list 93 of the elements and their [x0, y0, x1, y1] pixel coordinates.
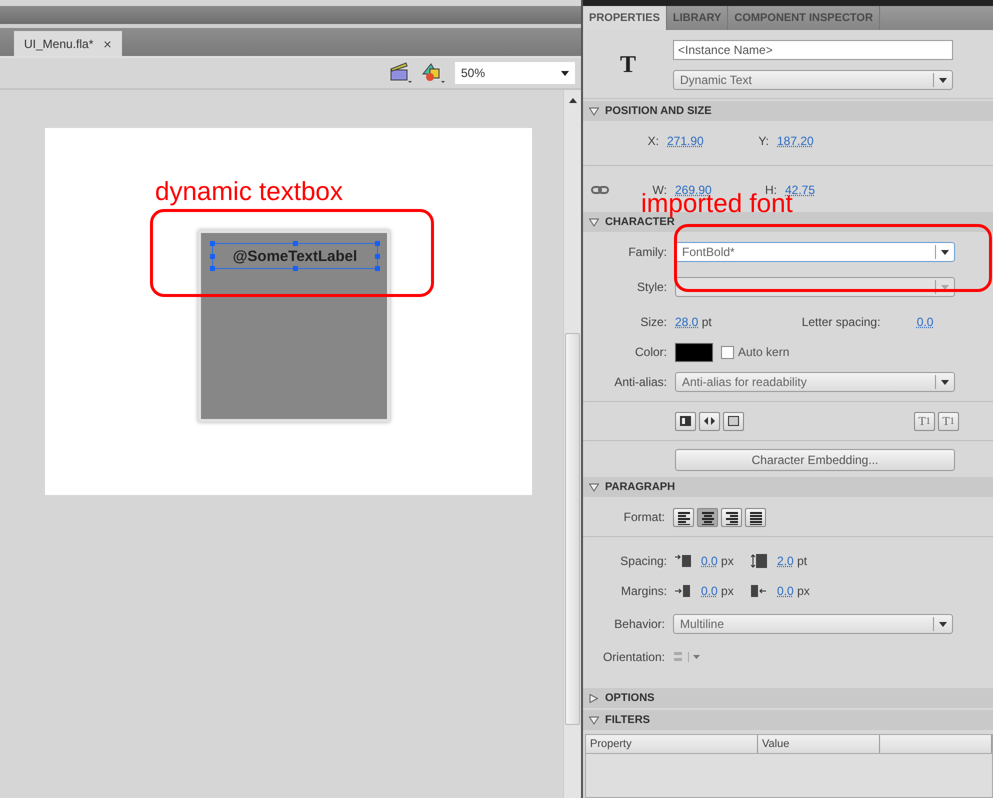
auto-kern-checkbox[interactable]: Auto kern — [721, 345, 790, 359]
format-label: Format: — [622, 510, 666, 524]
text-cursor-icon — [679, 415, 692, 427]
align-button[interactable] — [745, 508, 766, 526]
size-label: Size: — [639, 315, 668, 329]
section-header[interactable]: OPTIONS — [583, 688, 993, 708]
panel-tab[interactable]: COMPONENT INSPECTOR — [728, 6, 880, 30]
letter-spacing-value[interactable]: 0.0 — [916, 315, 934, 329]
chain-link-icon[interactable] — [591, 186, 609, 194]
align-lines-icon — [748, 510, 764, 524]
color-label: Color: — [634, 345, 668, 359]
text-tool-glyph: T — [618, 52, 637, 78]
anti-alias-dropdown[interactable]: Anti-alias for readability — [675, 372, 955, 392]
disclosure-triangle-icon[interactable] — [589, 694, 599, 702]
section-header[interactable]: PARAGRAPH — [583, 477, 993, 497]
annotation-text: dynamic textbox — [155, 178, 343, 204]
x-label: X: — [646, 134, 660, 148]
spacing-label: Spacing: — [619, 554, 668, 568]
left-margin-icon — [675, 584, 691, 598]
color-swatch[interactable] — [675, 342, 713, 362]
selection-handle[interactable] — [293, 241, 298, 246]
indent-icon — [675, 554, 691, 568]
align-lines-icon — [724, 510, 740, 524]
disclosure-triangle-icon[interactable] — [589, 482, 599, 492]
behavior-label: Behavior: — [613, 617, 666, 631]
align-button[interactable] — [673, 508, 694, 526]
size-value[interactable]: 28.0 — [675, 315, 698, 329]
y-value[interactable]: 187.20 — [777, 134, 814, 148]
style-label: Style: — [636, 280, 668, 294]
square-border-icon — [727, 415, 740, 427]
caret-icon[interactable] — [939, 78, 947, 82]
selectable-toggle[interactable] — [675, 412, 696, 430]
x-value[interactable]: 271.90 — [667, 134, 722, 148]
line-spacing-icon — [751, 554, 768, 568]
margins-label: Margins: — [620, 584, 668, 598]
instance-name-field[interactable]: <Instance Name> — [673, 40, 953, 60]
panel-tab[interactable]: LIBRARY — [666, 6, 728, 30]
close-icon[interactable]: × — [103, 36, 112, 52]
selection-handle[interactable] — [375, 254, 380, 259]
character-embedding-button[interactable]: Character Embedding... — [675, 449, 955, 471]
selection-handle[interactable] — [210, 241, 215, 246]
shapes-icon[interactable] — [421, 62, 447, 84]
indent-unit: px — [721, 554, 735, 568]
orientation-label: Orientation: — [602, 650, 666, 664]
indent-value[interactable]: 0.0 — [701, 554, 718, 568]
align-button[interactable] — [721, 508, 742, 526]
align-lines-icon — [676, 510, 692, 524]
family-label: Family: — [627, 245, 668, 259]
selection-handle[interactable] — [375, 266, 380, 271]
text-type-dropdown[interactable]: Dynamic Text — [673, 70, 953, 90]
column-header[interactable]: Property — [586, 735, 758, 753]
behavior-dropdown[interactable]: Multiline — [673, 614, 953, 634]
zoom-dropdown[interactable]: 50% — [455, 62, 575, 84]
column-header[interactable]: Value — [758, 735, 880, 753]
section-header[interactable]: FILTERS — [583, 710, 993, 730]
selection-handle[interactable] — [210, 254, 215, 259]
caret-icon[interactable] — [939, 622, 947, 626]
font-family-dropdown[interactable]: FontBold* — [675, 242, 955, 262]
align-lines-icon — [700, 510, 716, 524]
text-field[interactable]: @SomeTextLabel — [212, 243, 378, 269]
left-margin-unit: px — [721, 584, 735, 598]
selection-handle[interactable] — [210, 266, 215, 271]
anti-alias-label: Anti-alias: — [613, 375, 668, 389]
caret-icon[interactable] — [561, 70, 569, 76]
caret-icon[interactable] — [941, 380, 949, 384]
y-label: Y: — [757, 134, 770, 148]
html-toggle[interactable] — [699, 412, 720, 430]
size-unit: pt — [702, 315, 713, 329]
orientation-icon[interactable] — [673, 651, 703, 663]
line-spacing-value[interactable]: 2.0 — [777, 554, 794, 568]
selection-handle[interactable] — [375, 241, 380, 246]
document-tab[interactable]: UI_Menu.fla* × — [14, 31, 122, 56]
w-label: W: — [652, 183, 667, 197]
clapperboard-icon[interactable] — [389, 62, 413, 84]
letter-spacing-label: Letter spacing: — [802, 315, 882, 329]
border-toggle[interactable] — [723, 412, 744, 430]
selection-handle[interactable] — [293, 266, 298, 271]
angle-brackets-icon — [703, 415, 716, 427]
scroll-up-icon[interactable] — [568, 98, 576, 103]
line-spacing-unit: pt — [797, 554, 808, 568]
right-margin-value[interactable]: 0.0 — [777, 584, 794, 598]
right-margin-unit: px — [797, 584, 810, 598]
scrollbar[interactable] — [563, 90, 581, 798]
disclosure-triangle-icon[interactable] — [589, 106, 599, 116]
align-button[interactable] — [697, 508, 718, 526]
left-margin-value[interactable]: 0.0 — [701, 584, 718, 598]
caret-icon[interactable] — [941, 250, 949, 254]
section-header[interactable]: POSITION AND SIZE — [583, 101, 993, 121]
panel-tab[interactable]: PROPERTIES — [583, 6, 667, 30]
disclosure-triangle-icon[interactable] — [589, 716, 599, 724]
right-margin-icon — [751, 584, 768, 598]
disclosure-triangle-icon[interactable] — [589, 218, 599, 226]
h-label: H: — [765, 183, 777, 197]
